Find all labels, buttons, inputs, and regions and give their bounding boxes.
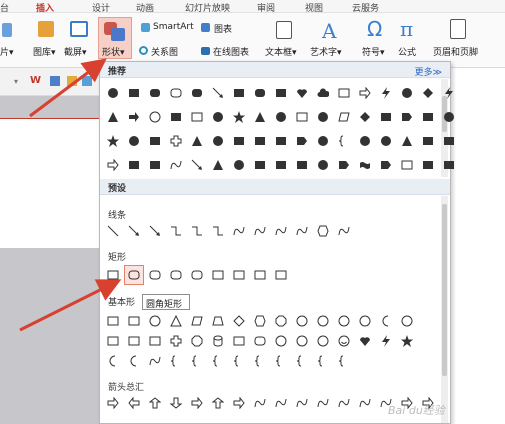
arrow-to-shapes: [29, 58, 107, 118]
arrow-to-rounded-rect: [19, 279, 122, 332]
watermark: Bai du经验: [388, 404, 445, 417]
annotation-arrows: [19, 58, 122, 332]
